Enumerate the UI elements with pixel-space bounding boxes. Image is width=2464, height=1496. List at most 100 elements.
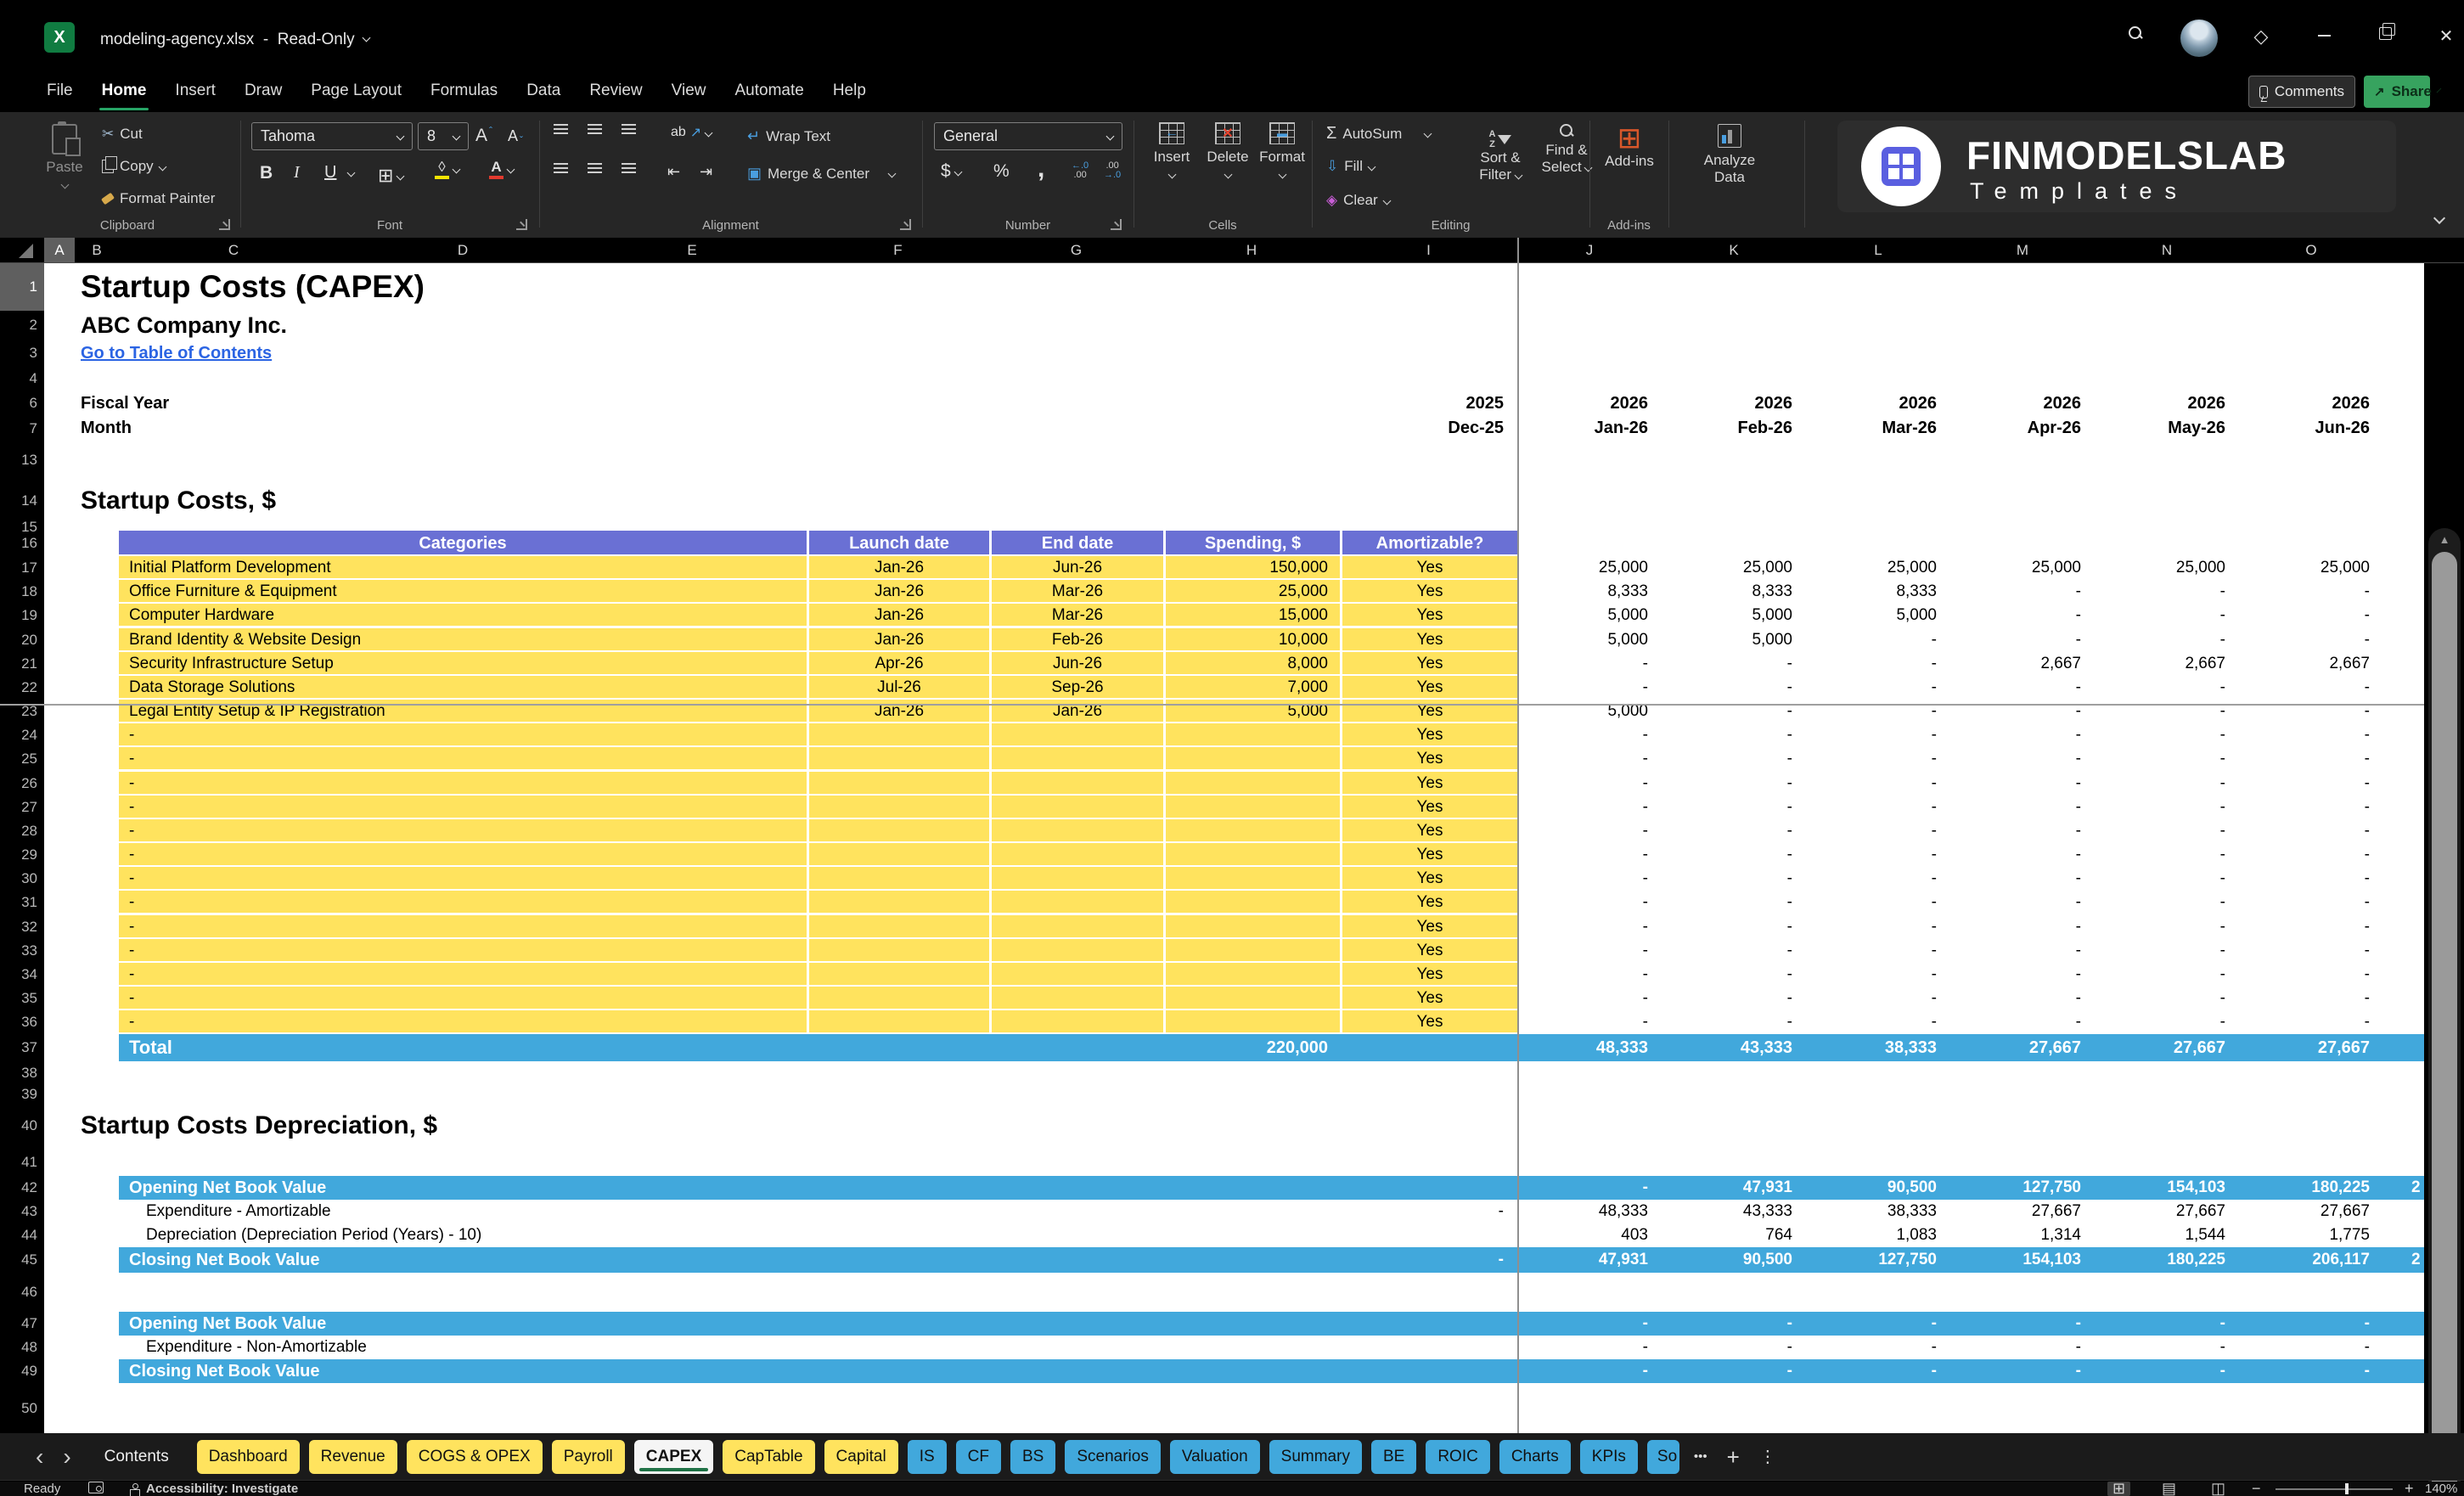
month-value-cell[interactable]: 8,333 (1517, 580, 1662, 604)
month-value-cell[interactable]: - (1950, 580, 2095, 604)
month-value-cell[interactable]: - (2239, 819, 2383, 843)
month-value-cell[interactable]: - (1662, 1336, 1806, 1359)
row-header[interactable]: 16 (0, 531, 44, 556)
month-value-cell[interactable]: 25,000 (1517, 556, 1662, 580)
spending-cell[interactable] (1163, 1010, 1340, 1034)
row-header[interactable]: 44 (0, 1223, 44, 1247)
spending-cell[interactable]: 8,000 (1163, 652, 1340, 676)
month-value-cell[interactable]: - (1517, 747, 1662, 771)
month-value-cell[interactable]: - (1517, 963, 1662, 987)
month-value-cell[interactable]: - (2095, 1359, 2239, 1383)
month-value-cell[interactable]: 25,000 (1806, 556, 1950, 580)
month-value-cell[interactable]: 38,333 (1806, 1200, 1950, 1223)
add-ins-button[interactable]: ⊞ Add-ins (1596, 124, 1662, 170)
row-header[interactable]: 24 (0, 723, 44, 747)
amortizable-cell[interactable]: Yes (1340, 772, 1517, 796)
category-cell[interactable]: Data Storage Solutions (119, 676, 807, 700)
sheet-tab-is[interactable]: IS (907, 1440, 947, 1474)
row-header[interactable]: 38 (0, 1061, 44, 1085)
column-header-I[interactable]: I (1340, 238, 1517, 262)
end-date-cell[interactable] (989, 891, 1163, 914)
month-value-cell[interactable]: - (1950, 1359, 2095, 1383)
month-value-cell[interactable]: 5,000 (1517, 604, 1662, 627)
analyze-data-button[interactable]: Analyze Data (1683, 124, 1776, 186)
cell[interactable]: Jun-26 (2239, 416, 2383, 441)
scroll-up-icon[interactable]: ▲ (2428, 533, 2461, 546)
row-header[interactable]: 17 (0, 556, 44, 580)
restore-button[interactable] (2372, 23, 2398, 45)
table-header-cell[interactable]: End date (989, 531, 1163, 556)
amortizable-cell[interactable]: Yes (1340, 891, 1517, 914)
month-value-cell[interactable]: - (2239, 723, 2383, 747)
column-header-N[interactable]: N (2095, 238, 2239, 262)
row-header[interactable]: 46 (0, 1273, 44, 1312)
month-value-cell[interactable]: 180,225 (2095, 1247, 2239, 1273)
launch-date-cell[interactable] (807, 963, 989, 987)
column-header-H[interactable]: H (1163, 238, 1340, 262)
row-header[interactable]: 15 (0, 520, 44, 534)
month-value-cell[interactable]: - (1806, 987, 1950, 1010)
month-value-cell[interactable]: - (2095, 1010, 2239, 1034)
total-month-value[interactable]: 27,667 (2239, 1034, 2383, 1061)
end-date-cell[interactable] (989, 819, 1163, 843)
amortizable-cell[interactable]: Yes (1340, 1010, 1517, 1034)
normal-view-button[interactable]: ⊞ (2107, 1481, 2131, 1496)
clipboard-dialog-launcher-icon[interactable] (219, 219, 230, 230)
month-value-cell[interactable]: 25,000 (2095, 556, 2239, 580)
row-header[interactable]: 43 (0, 1200, 44, 1223)
total-label[interactable]: Total (129, 1034, 639, 1061)
row-header[interactable]: 6 (0, 391, 44, 416)
month-value-cell[interactable]: - (2239, 1336, 2383, 1359)
more-sheets-icon[interactable]: ••• (1689, 1440, 1713, 1474)
end-date-cell[interactable] (989, 772, 1163, 796)
end-date-cell[interactable] (989, 963, 1163, 987)
month-value-cell[interactable]: - (1517, 1010, 1662, 1034)
month-value-cell[interactable]: - (1950, 963, 2095, 987)
category-cell[interactable]: - (119, 867, 807, 891)
month-value-cell[interactable]: - (1517, 676, 1662, 700)
minimize-button[interactable] (2311, 25, 2337, 45)
italic-button[interactable]: I (294, 163, 300, 183)
month-value-cell[interactable]: 127,750 (1806, 1247, 1950, 1273)
sheet-title[interactable]: Startup Costs (CAPEX) (81, 263, 1269, 311)
sheet-nav-right-icon[interactable]: › (58, 1440, 76, 1474)
category-cell[interactable]: - (119, 747, 807, 771)
launch-date-cell[interactable] (807, 1010, 989, 1034)
avatar[interactable] (2180, 20, 2218, 57)
sheet-tab-revenue[interactable]: Revenue (308, 1440, 397, 1474)
month-value-cell[interactable]: - (1806, 796, 1950, 819)
month-value-cell[interactable]: - (2239, 796, 2383, 819)
month-value-cell[interactable]: 180,225 (2239, 1176, 2383, 1200)
collapse-ribbon-chevron-icon[interactable] (2433, 211, 2446, 226)
column-header-A[interactable]: A (44, 238, 75, 262)
row-header[interactable]: 19 (0, 604, 44, 627)
cell[interactable]: Dec-25 (1340, 416, 1517, 441)
amortizable-cell[interactable]: Yes (1340, 867, 1517, 891)
month-value-cell[interactable]: - (1806, 963, 1950, 987)
row-label[interactable]: Depreciation (Depreciation Period (Years… (146, 1223, 910, 1247)
row-header[interactable]: 22 (0, 676, 44, 700)
spending-cell[interactable] (1163, 963, 1340, 987)
sheet-nav-left-icon[interactable]: ‹ (31, 1440, 48, 1474)
month-value-cell[interactable]: - (1950, 772, 2095, 796)
category-cell[interactable]: Office Furniture & Equipment (119, 580, 807, 604)
month-value-cell[interactable]: 5,000 (1662, 604, 1806, 627)
spending-cell[interactable] (1163, 843, 1340, 867)
row-header[interactable]: 28 (0, 819, 44, 843)
zoom-out-button[interactable]: − (2252, 1481, 2261, 1496)
sheet-tab-so[interactable]: So (1646, 1440, 1679, 1474)
display-settings-icon[interactable] (88, 1482, 104, 1496)
merge-center-button[interactable]: ▣ Merge & Center (747, 165, 897, 183)
sheet-tab-charts[interactable]: Charts (1499, 1440, 1571, 1474)
sheet-tab-kpis[interactable]: KPIs (1579, 1440, 1638, 1474)
row-label[interactable]: Opening Net Book Value (129, 1312, 893, 1336)
end-date-cell[interactable]: Jun-26 (989, 652, 1163, 676)
number-dialog-launcher-icon[interactable] (1111, 219, 1122, 230)
total-month-value[interactable]: 48,333 (1517, 1034, 1662, 1061)
month-value-cell[interactable]: - (2095, 891, 2239, 914)
category-cell[interactable]: - (119, 1010, 807, 1034)
insert-cells-button[interactable]: ← Insert (1145, 122, 1199, 183)
month-value-cell[interactable]: 403 (1517, 1223, 1662, 1247)
zoom-slider[interactable] (2276, 1488, 2393, 1490)
cell[interactable]: 2026 (1662, 391, 1806, 416)
